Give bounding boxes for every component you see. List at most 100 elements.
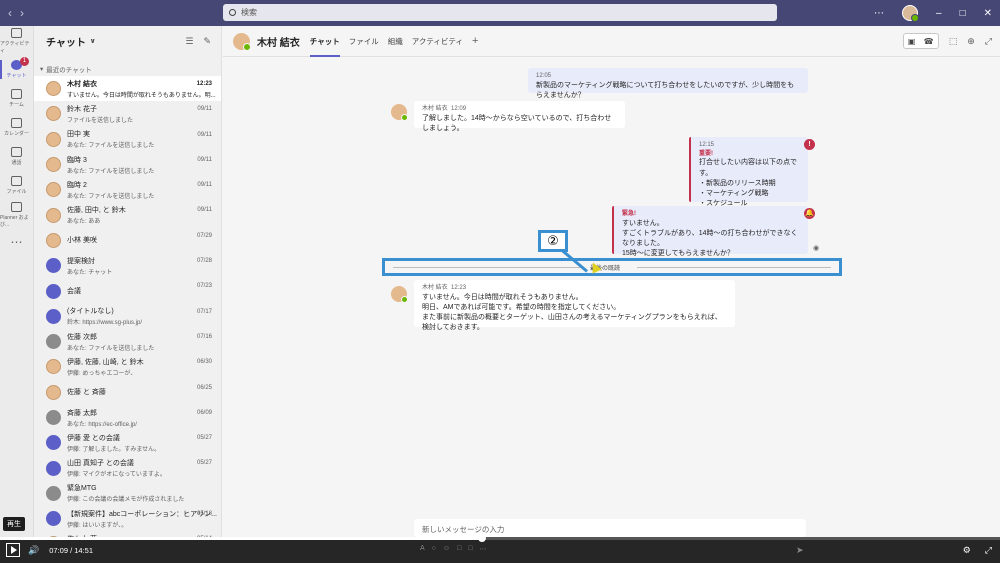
sender-avatar[interactable] xyxy=(391,286,408,303)
chat-list-item[interactable]: 斉藤 太郎 あなた: https://ec-office.jp/06/09 xyxy=(34,405,221,430)
message-urgent[interactable]: 緊急! すいません。 すごくトラブルがあり、14時～の打ち合わせができなくなりま… xyxy=(612,206,808,257)
rail-files[interactable]: ファイル xyxy=(0,171,33,200)
chat-preview: あなた: ファイルを送信しました xyxy=(67,143,155,150)
emoji-icon[interactable]: ☺ xyxy=(443,545,450,553)
chat-list-item[interactable]: 鈴木 花子 ファイルを送信しました 09/11 xyxy=(34,101,221,126)
search-input[interactable]: 検索 xyxy=(223,4,777,21)
send-icon[interactable]: ➤ xyxy=(796,545,804,556)
tab-org[interactable]: 組織 xyxy=(388,26,403,57)
volume-icon[interactable]: 🔊 xyxy=(28,545,39,556)
message-important[interactable]: 12:15 重要! 打合せしたい内容は以下の点です。 ・新製品のリリース時期 ・… xyxy=(689,137,808,207)
message-other[interactable]: 木村 結衣 12:23 すいません。今日は時間が取れそうもありません。 明日、A… xyxy=(414,280,735,331)
format-icon[interactable]: A xyxy=(420,545,425,553)
urgency-label: 緊急! xyxy=(622,211,636,217)
avatar xyxy=(46,410,61,425)
avatar xyxy=(46,207,61,223)
close-icon[interactable]: ✕ xyxy=(984,8,992,19)
chat-time: 06/25 xyxy=(196,384,212,391)
settings-gear-icon[interactable]: ⚙ xyxy=(963,545,971,556)
chat-list-item[interactable]: 佐藤 と 斉藤 06/25 xyxy=(34,380,221,405)
rail-calendar[interactable]: カレンダー xyxy=(0,113,33,142)
app-rail: アクティビティ 1 チャット チーム カレンダー 通話 ファイル Planner… xyxy=(0,26,34,537)
chat-list-item[interactable]: 伊藤 愛 との会議 伊藤: 了解しました。すみません。 05/27 xyxy=(34,430,221,455)
rail-activity[interactable]: アクティビティ xyxy=(0,26,33,55)
compose-box[interactable]: 新しいメッセージの入力 xyxy=(414,519,806,537)
add-people-icon[interactable]: ⊕ xyxy=(967,36,975,47)
teams-icon xyxy=(11,89,22,99)
tab-activity[interactable]: アクティビティ xyxy=(412,26,463,57)
new-chat-icon[interactable]: ✎ xyxy=(203,36,211,47)
sender-avatar[interactable] xyxy=(391,104,408,121)
chat-list-item[interactable]: 田中 実あなた: ファイルを送信しました 09/11 xyxy=(34,127,221,152)
rail-teams[interactable]: チーム xyxy=(0,84,33,113)
screen-share-icon[interactable]: ⬚ xyxy=(949,36,958,47)
chat-list-item[interactable]: 臨時 3 あなた: ファイルを送信しました 09/11 xyxy=(34,152,221,177)
tab-chat[interactable]: チャット xyxy=(309,26,340,57)
chat-list-item[interactable]: (タイトルなし) 鈴木: https://www.sg-plus.jp/07/17 xyxy=(34,304,221,329)
chat-list-item[interactable]: 緊急MTG 伊藤: この会議の会議メモが作成されました xyxy=(34,481,221,506)
message-text: 了解しました。14時～からなら空いているので、打ち合わせしましょう。 xyxy=(422,114,612,132)
filter-icon[interactable]: ☰ xyxy=(185,36,193,47)
add-tab-button[interactable]: + xyxy=(472,35,478,47)
calendar-icon xyxy=(11,118,22,128)
avatar xyxy=(46,182,61,198)
seek-knob[interactable] xyxy=(478,534,486,542)
maximize-icon[interactable]: □ xyxy=(960,8,966,19)
chat-item-text: 緊急MTG 伊藤: この会議の会議メモが作成されました xyxy=(67,483,221,503)
back-arrow-icon[interactable]: ‹ xyxy=(8,6,12,20)
message-text: 新製品のマーケティング戦略について打ち合わせをしたいのですが、少し時間をもらえま… xyxy=(536,81,795,99)
urgency-bar xyxy=(612,206,614,254)
contact-avatar[interactable] xyxy=(233,32,251,51)
chevron-down-icon[interactable]: ∨ xyxy=(90,37,96,45)
message-mine[interactable]: 12:05 新製品のマーケティング戦略について打ち合わせをしたいのですが、少し時… xyxy=(528,68,808,99)
chat-list-item[interactable]: 佐藤 次郎 あなた: ファイルを送信しました 07/16 xyxy=(34,329,221,354)
rail-planner[interactable]: Planner および... xyxy=(0,200,33,229)
seek-bar[interactable] xyxy=(0,534,1000,542)
message-time: 12:05 xyxy=(536,73,552,79)
chat-list-item[interactable]: 小林 美咲 07/29 xyxy=(34,228,221,253)
audio-call-icon[interactable]: ☎ xyxy=(924,37,934,46)
profile-avatar[interactable] xyxy=(902,5,919,22)
chat-list-item[interactable]: 提案検討 あなた: チャット 07/28 xyxy=(34,253,221,278)
play-button[interactable] xyxy=(6,543,20,557)
chat-list-item[interactable]: 木村 結衣 すいません。今日は時間が取れそうもありません。明... 12:23 xyxy=(34,76,221,102)
message-other[interactable]: 木村 結衣 12:09 了解しました。14時～からなら空いているので、打ち合わせ… xyxy=(414,101,625,132)
fullscreen-icon[interactable]: ⤢ xyxy=(985,545,992,556)
chat-preview: あなた: チャット xyxy=(67,269,113,276)
more-apps-icon[interactable]: ⋯ xyxy=(0,235,33,249)
section-label: 最近のチャット xyxy=(46,67,92,74)
chat-list-item[interactable]: 【新規案件】abcコーポレーション：ヒアリン... 伊藤: はいいますが、。 05/… xyxy=(34,506,221,531)
message-line: また事前に新製品の概要とターゲット、山田さんの考えるマーケティングプランをもらえ… xyxy=(422,313,722,332)
forward-arrow-icon[interactable]: › xyxy=(20,6,24,20)
chat-list-title[interactable]: チャット xyxy=(46,34,86,49)
chat-list-item[interactable]: 伊藤, 佐藤, 山崎, と 鈴木 伊藤: めっちゃエコーが、 06/30 xyxy=(34,354,221,379)
attach-icon[interactable]: ○ xyxy=(432,545,436,553)
video-call-icon[interactable]: ▣ xyxy=(908,37,916,46)
more-tools-icon[interactable]: ⋯ xyxy=(480,545,487,553)
video-player-bar: 🔊 07:09 / 14:51 ⚙ ⤢ xyxy=(0,537,1000,563)
importance-label: 重要! xyxy=(699,150,713,157)
bell-icon xyxy=(11,27,22,38)
sticker-icon[interactable]: □ xyxy=(468,545,472,553)
tab-files[interactable]: ファイル xyxy=(349,26,379,57)
chat-list-header: チャット ∨ ☰ ✎ xyxy=(34,26,221,56)
chat-list-item[interactable]: 佐藤, 田中, と 鈴木 あなた: ああ 09/11 xyxy=(34,202,221,227)
search-placeholder: 検索 xyxy=(241,8,257,17)
chat-preview: 伊藤: この会議の会議メモが作成されました xyxy=(67,497,185,504)
chat-time: 12:23 xyxy=(196,81,212,87)
message-line: 打合せしたい内容は以下の点です。 xyxy=(699,159,797,177)
chat-preview: あなた: ファイルを送信しました xyxy=(67,345,155,352)
gif-icon[interactable]: □ xyxy=(457,545,461,553)
more-options-icon[interactable]: ⋯ xyxy=(874,8,884,19)
playback-time: 07:09 / 14:51 xyxy=(49,545,94,555)
avatar xyxy=(46,359,61,375)
chat-list-item[interactable]: 臨時 2 あなた: ファイルを送信しました 09/11 xyxy=(34,177,221,202)
chat-list-item[interactable]: 会議 07/23 xyxy=(34,278,221,303)
rail-calls[interactable]: 通話 xyxy=(0,142,33,171)
minimize-icon[interactable]: – xyxy=(936,8,942,19)
rail-label: カレンダー xyxy=(3,131,29,137)
recent-chats-section[interactable]: ▾ 最近のチャット xyxy=(34,62,221,76)
pop-out-icon[interactable]: ⤢ xyxy=(985,36,992,47)
chat-list-item[interactable]: 山田 真知子 との会議 伊藤: マイクがオになっていますよ。 05/27 xyxy=(34,455,221,480)
rail-chat[interactable]: 1 チャット xyxy=(0,55,33,84)
